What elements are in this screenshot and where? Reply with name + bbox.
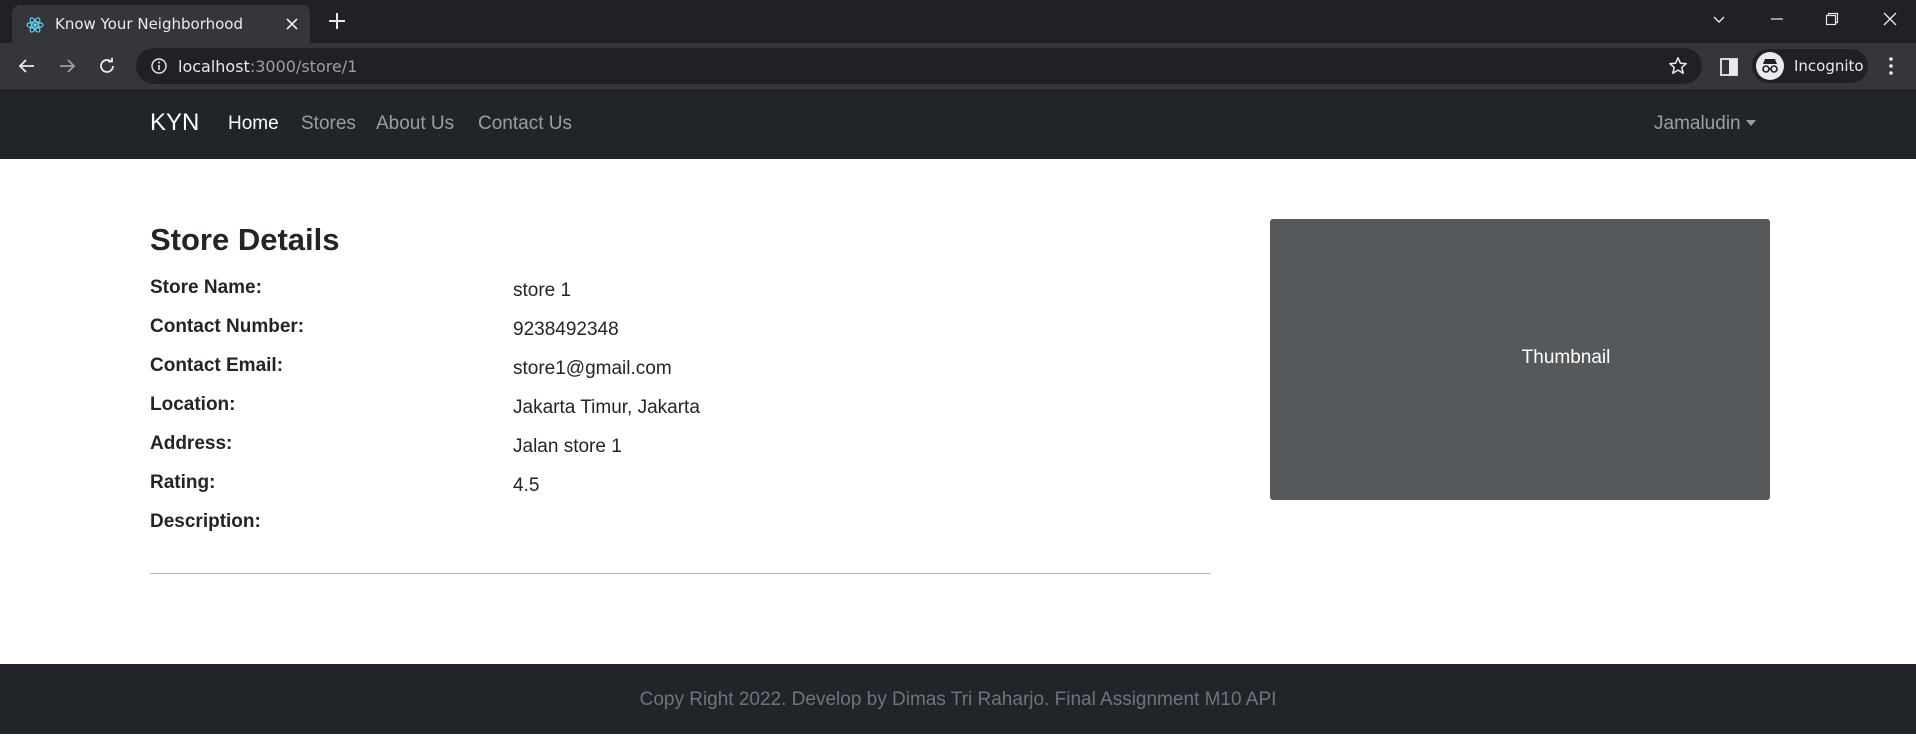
tab-close-icon[interactable]	[282, 14, 302, 34]
incognito-icon	[1756, 52, 1784, 80]
address-value: Jalan store 1	[513, 436, 622, 457]
contact-number-label: Contact Number:	[150, 316, 305, 337]
site-info-icon[interactable]	[150, 57, 168, 75]
side-panel-icon[interactable]	[1718, 56, 1740, 78]
close-window-icon[interactable]	[1876, 6, 1904, 34]
bookmark-star-icon[interactable]	[1668, 56, 1688, 76]
contact-email-label: Contact Email:	[150, 355, 284, 376]
nav-link-contact-us[interactable]: Contact Us	[478, 113, 572, 135]
section-divider	[150, 573, 1211, 574]
app-navbar: KYN Home Stores About Us Contact Us Jama…	[0, 89, 1916, 159]
footer-text: Copy Right 2022. Develop by Dimas Tri Ra…	[639, 689, 1277, 710]
react-favicon-icon	[26, 16, 44, 34]
back-icon[interactable]	[12, 51, 42, 81]
location-label: Location:	[150, 394, 236, 415]
tab-search-icon[interactable]	[1705, 6, 1733, 34]
restore-icon[interactable]	[1818, 6, 1846, 34]
nav-link-home[interactable]: Home	[228, 113, 279, 135]
contact-email-value: store1@gmail.com	[513, 358, 672, 379]
user-dropdown[interactable]: Jamaludin	[1654, 113, 1756, 135]
thumbnail-label: Thumbnail	[1521, 347, 1611, 368]
rating-label: Rating:	[150, 472, 216, 493]
store-name-label: Store Name:	[150, 277, 262, 298]
page-title: Store Details	[150, 222, 340, 257]
forward-icon[interactable]	[52, 51, 82, 81]
description-label: Description:	[150, 511, 261, 532]
kebab-menu-icon[interactable]	[1880, 55, 1902, 77]
incognito-label: Incognito	[1794, 57, 1864, 75]
nav-link-stores[interactable]: Stores	[301, 113, 356, 135]
browser-toolbar: localhost:3000/store/1 Incognito	[0, 43, 1916, 89]
nav-link-about-us[interactable]: About Us	[376, 113, 454, 135]
browser-tab-bar: Know Your Neighborhood	[0, 0, 1916, 43]
minimize-icon[interactable]	[1763, 6, 1791, 34]
address-label: Address:	[150, 433, 233, 454]
brand-logo[interactable]: KYN	[150, 109, 199, 137]
user-name: Jamaludin	[1654, 113, 1741, 134]
caret-down-icon	[1745, 120, 1756, 126]
url-path: :3000/store/1	[249, 57, 358, 76]
url-host: localhost	[178, 57, 250, 76]
store-thumbnail: Thumbnail	[1270, 219, 1770, 500]
url-text: localhost:3000/store/1	[178, 57, 357, 76]
tab-title: Know Your Neighborhood	[55, 15, 243, 33]
contact-number-value: 9238492348	[513, 319, 619, 340]
store-name-value: store 1	[513, 280, 572, 301]
browser-tab[interactable]: Know Your Neighborhood	[12, 5, 310, 43]
reload-icon[interactable]	[92, 51, 122, 81]
new-tab-icon[interactable]	[324, 8, 350, 34]
address-bar[interactable]: localhost:3000/store/1	[136, 48, 1702, 84]
profile-button[interactable]: Incognito	[1752, 49, 1868, 83]
location-value: Jakarta Timur, Jakarta	[513, 397, 700, 418]
page-footer: Copy Right 2022. Develop by Dimas Tri Ra…	[0, 664, 1916, 734]
rating-value: 4.5	[513, 475, 540, 496]
